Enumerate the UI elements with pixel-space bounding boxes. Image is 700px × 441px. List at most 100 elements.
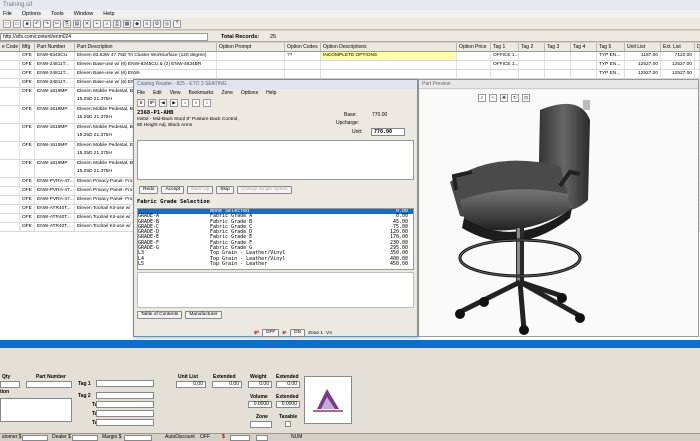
tag2-field[interactable] — [96, 392, 154, 399]
table-cell[interactable] — [0, 205, 20, 213]
skip-button[interactable]: Skip — [216, 186, 234, 194]
table-cell[interactable] — [0, 52, 20, 60]
table-cell[interactable] — [0, 79, 20, 87]
table-cell[interactable]: OFE — [20, 214, 35, 222]
open-icon[interactable]: ▭ — [13, 19, 21, 28]
table-cell[interactable]: TYP EN... — [597, 70, 625, 78]
table-cell[interactable] — [695, 52, 700, 60]
column-header[interactable]: Unit List — [625, 43, 661, 51]
catalog-menu-zone[interactable]: Zone — [221, 89, 232, 97]
catalog-menu-bookmarks[interactable]: Bookmarks — [188, 89, 213, 97]
table-cell[interactable]: INCOMPLETE OPTIONS — [321, 52, 457, 60]
table-cell[interactable] — [545, 70, 571, 78]
column-header[interactable]: D — [695, 43, 700, 51]
table-cell[interactable]: OFE — [20, 70, 35, 78]
tag1-field[interactable] — [96, 380, 154, 387]
redo-icon[interactable]: ↷ — [43, 19, 51, 28]
table-cell[interactable]: ENW-PVRA-47... — [35, 187, 75, 195]
table-cell[interactable]: OFE — [20, 79, 35, 87]
table-cell[interactable]: OFFICE 1... — [491, 52, 519, 60]
table-of-contents-button[interactable]: Table of Contents — [137, 311, 183, 319]
table-cell[interactable]: OFFICE 1... — [491, 61, 519, 69]
table-cell[interactable]: OFE — [20, 196, 35, 204]
table-cell[interactable]: Eleven Base-use w/ (6) ENW-8345CU & (2) … — [75, 61, 217, 69]
table-cell[interactable]: OFE — [20, 178, 35, 186]
table-cell[interactable]: Eleven Base-use w/ (6) ENW- — [75, 70, 217, 78]
table-cell[interactable] — [285, 70, 321, 78]
catalog-icon[interactable]: ▦ — [123, 19, 131, 28]
table-cell[interactable]: OFE — [20, 142, 35, 159]
table-cell[interactable] — [0, 214, 20, 222]
table-cell[interactable]: ENW-ATR40T... — [35, 205, 75, 213]
table-cell[interactable]: ENW-24811T... — [35, 70, 75, 78]
volume-field[interactable]: 0.0000 — [248, 401, 272, 408]
table-cell[interactable]: ENW-1619MP — [35, 160, 75, 177]
table-row[interactable]: OFE ENW-24811T... Eleven Base-use w/ (6) E… — [0, 61, 700, 70]
tag3-field[interactable] — [96, 401, 154, 408]
settings-icon[interactable]: ⚙ — [153, 19, 161, 28]
copy-icon[interactable]: ⎘ — [63, 19, 71, 28]
table-cell[interactable] — [285, 61, 321, 69]
column-header[interactable]: Tag 2 — [519, 43, 545, 51]
table-cell[interactable]: 7122.00 — [661, 52, 695, 60]
taxable-checkbox[interactable] — [285, 421, 291, 427]
table-cell[interactable]: OFE — [20, 106, 35, 123]
manufacturer-button[interactable]: Manufacturer — [185, 311, 222, 319]
table-cell[interactable]: TYP EN... — [597, 52, 625, 60]
table-cell[interactable] — [0, 178, 20, 186]
column-header[interactable]: Tag 1 — [491, 43, 519, 51]
table-cell[interactable] — [0, 142, 20, 159]
table-cell[interactable]: ENW-24811T... — [35, 61, 75, 69]
home-icon[interactable]: ⌂ — [181, 98, 189, 107]
new-icon[interactable]: □ — [3, 19, 11, 28]
change-single-option-button[interactable]: Change Single Option — [236, 186, 292, 194]
table-cell[interactable] — [571, 70, 597, 78]
table-cell[interactable] — [457, 52, 491, 60]
column-header[interactable]: Part Number — [35, 43, 75, 51]
column-header[interactable]: Option Price — [457, 43, 491, 51]
zone-field[interactable] — [250, 421, 272, 428]
table-cell[interactable] — [0, 61, 20, 69]
column-header[interactable]: e Code — [0, 43, 20, 51]
catalog-menu-view[interactable]: View — [170, 89, 181, 97]
redo-button[interactable]: Redo — [139, 186, 159, 194]
table-cell[interactable]: ENW-ATR40T... — [35, 223, 75, 231]
address-input[interactable]: http://sifs.com/content/enm024 — [0, 33, 208, 41]
cut-icon[interactable]: ✂ — [53, 19, 61, 28]
price-icon[interactable]: $ — [137, 98, 145, 107]
tag-icon[interactable]: ◆ — [133, 19, 141, 28]
table-cell[interactable]: Eleven 83.53W 47.75D Tri Cluster Worksur… — [75, 52, 217, 60]
table-cell[interactable]: 12527.00 — [625, 61, 661, 69]
insert-icon[interactable]: + — [93, 19, 101, 28]
table-cell[interactable]: 12527.00 — [661, 70, 695, 78]
table-cell[interactable] — [0, 187, 20, 195]
selected-row-bar[interactable] — [0, 340, 700, 348]
off-toggle[interactable]: OFF — [261, 329, 280, 337]
table-cell[interactable] — [545, 61, 571, 69]
menu-window[interactable]: Window — [74, 10, 94, 18]
column-header[interactable]: Part Description — [75, 43, 217, 51]
undo-icon[interactable]: ↶ — [33, 19, 41, 28]
table-cell[interactable] — [0, 160, 20, 177]
back-icon[interactable]: ◀ — [159, 98, 167, 107]
table-cell[interactable] — [321, 61, 457, 69]
menu-help[interactable]: Help — [103, 10, 114, 18]
menu-tools[interactable]: Tools — [51, 10, 64, 18]
table-cell[interactable] — [519, 52, 545, 60]
column-header[interactable]: Option Codes — [285, 43, 321, 51]
table-cell[interactable] — [457, 70, 491, 78]
table-cell[interactable]: ENW-8345CU — [35, 52, 75, 60]
catalog-menu-edit[interactable]: Edit — [153, 89, 162, 97]
table-cell[interactable] — [0, 106, 20, 123]
tag5-field[interactable] — [96, 419, 154, 426]
table-cell[interactable] — [0, 124, 20, 141]
description-field[interactable] — [0, 398, 72, 422]
table-cell[interactable] — [545, 52, 571, 60]
column-header[interactable]: Tag 4 — [571, 43, 597, 51]
part-number-field[interactable] — [26, 381, 72, 388]
forward-icon[interactable]: ▶ — [170, 98, 178, 107]
print-icon[interactable]: ⎙ — [113, 19, 121, 28]
column-header[interactable]: Option Prompt — [217, 43, 285, 51]
table-cell[interactable]: ENW-ATR40T... — [35, 214, 75, 222]
unit-list-field[interactable]: 0.00 — [176, 381, 206, 388]
